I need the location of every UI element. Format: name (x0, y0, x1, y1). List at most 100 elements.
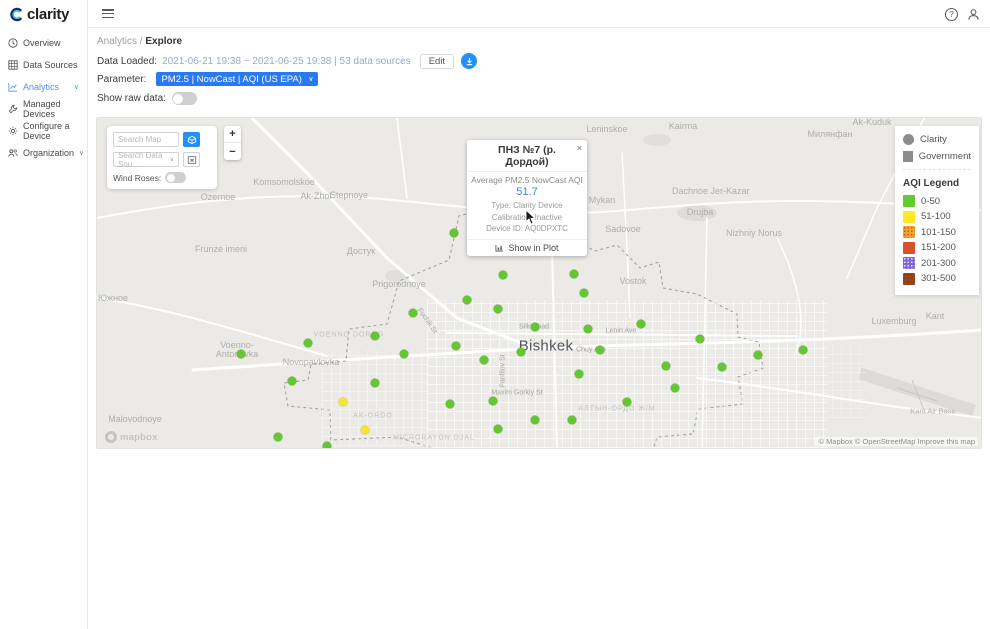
aqi-legend-item: 101-150 (903, 226, 971, 238)
mapbox-logo[interactable]: mapbox (105, 431, 158, 443)
legend-source-label: Government (919, 151, 971, 162)
device-marker-green[interactable] (696, 335, 705, 344)
zoom-in-button[interactable]: + (224, 126, 241, 143)
map-place-label: Stepnoye (330, 190, 368, 200)
sidebar-item-organization[interactable]: Organization ∨ (0, 142, 87, 164)
popup-metric-label: Average PM2.5 NowCast AQI (471, 175, 583, 185)
device-popup-body: Average PM2.5 NowCast AQI 51.7 Type: Cla… (467, 172, 587, 239)
map-place-label: Novopavlovka (283, 357, 340, 367)
sidebar-item-label: Managed Devices (23, 99, 79, 119)
legend-source-label: Clarity (920, 134, 947, 145)
map-search-panel: Search Data Sou... ∨ Wind Roses: (107, 126, 217, 189)
map-place-label: Vostok (619, 276, 646, 286)
popup-aqi-value: 51.7 (471, 186, 583, 198)
device-marker-green[interactable] (637, 320, 646, 329)
device-marker-green[interactable] (304, 339, 313, 348)
show-in-plot-button[interactable]: Show in Plot (467, 239, 587, 256)
device-marker-green[interactable] (754, 351, 763, 360)
device-marker-green[interactable] (446, 400, 455, 409)
sidebar-item-data-sources[interactable]: Data Sources (0, 54, 87, 76)
device-marker-green[interactable] (718, 363, 727, 372)
search-data-sources-select[interactable]: Search Data Sou... ∨ (113, 152, 179, 167)
aqi-color-swatch (903, 242, 915, 254)
map-place-label: Kant Air Base (910, 407, 955, 416)
sidebar-item-configure-device[interactable]: Configure a Device (0, 120, 87, 142)
device-marker-green[interactable] (799, 346, 808, 355)
map-place-label: Panfilov St (500, 354, 507, 387)
device-marker-green[interactable] (570, 270, 579, 279)
sidebar-nav: Overview Data Sources Analytics ∨ Manage… (0, 28, 87, 164)
zoom-out-button[interactable]: − (224, 143, 241, 160)
device-marker-green[interactable] (584, 325, 593, 334)
download-button[interactable] (461, 53, 477, 69)
edit-button[interactable]: Edit (420, 54, 454, 69)
parameter-dropdown[interactable]: PM2.5 | NowCast | AQI (US EPA) ∨ (156, 72, 318, 86)
clock-icon (8, 38, 18, 48)
chevron-down-icon: ∨ (170, 156, 174, 163)
gear-icon (8, 126, 18, 136)
device-marker-green[interactable] (463, 296, 472, 305)
government-marker-icon (903, 151, 913, 162)
device-marker-green[interactable] (489, 397, 498, 406)
device-marker-green[interactable] (452, 342, 461, 351)
device-marker-green[interactable] (480, 356, 489, 365)
chart-icon (8, 82, 18, 92)
device-marker-green[interactable] (671, 384, 680, 393)
clear-selection-button[interactable] (183, 152, 200, 167)
device-marker-green[interactable] (580, 289, 589, 298)
device-marker-green[interactable] (237, 350, 246, 359)
aqi-legend-item: 51-100 (903, 211, 971, 223)
sidebar-item-overview[interactable]: Overview (0, 32, 87, 54)
device-marker-yellow[interactable] (361, 426, 370, 435)
device-marker-green[interactable] (662, 362, 671, 371)
device-marker-green[interactable] (531, 416, 540, 425)
map-style-button[interactable] (183, 132, 200, 147)
search-map-input[interactable] (113, 132, 179, 147)
device-marker-green[interactable] (494, 305, 503, 314)
close-icon[interactable]: × (577, 143, 582, 153)
map-place-label: Mykan (589, 195, 616, 205)
breadcrumb-analytics[interactable]: Analytics (97, 36, 137, 47)
device-marker-green[interactable] (450, 229, 459, 238)
map-place-label: Dachnoe (672, 186, 708, 196)
device-marker-green[interactable] (623, 398, 632, 407)
device-marker-green[interactable] (288, 377, 297, 386)
data-loaded-row: Data Loaded: 2021-06-21 19:38 ~ 2021-06-… (97, 53, 477, 69)
aqi-color-swatch (903, 226, 915, 238)
device-marker-yellow[interactable] (339, 398, 348, 407)
device-marker-green[interactable] (596, 346, 605, 355)
device-marker-green[interactable] (274, 433, 283, 442)
device-marker-green[interactable] (494, 425, 503, 434)
aqi-range-label: 101-150 (921, 227, 956, 238)
map-place-label: Komsomolskoe (253, 177, 315, 187)
aqi-color-swatch (903, 257, 915, 269)
device-marker-green[interactable] (517, 348, 526, 357)
help-icon[interactable]: ? (945, 8, 958, 21)
device-marker-green[interactable] (371, 379, 380, 388)
sidebar: clarity Overview Data Sources Analytics … (0, 0, 88, 629)
map-attribution[interactable]: © Mapbox © OpenStreetMap Improve this ma… (815, 437, 978, 446)
user-icon[interactable] (967, 8, 980, 21)
device-marker-green[interactable] (371, 332, 380, 341)
menu-toggle-icon[interactable] (102, 9, 114, 18)
device-marker-green[interactable] (323, 442, 332, 450)
device-marker-green[interactable] (531, 323, 540, 332)
map-place-label: Maxim Gorkiy St (491, 390, 542, 397)
device-marker-green[interactable] (499, 271, 508, 280)
device-marker-green[interactable] (409, 309, 418, 318)
aqi-legend-title: AQI Legend (903, 178, 971, 189)
sidebar-item-managed-devices[interactable]: Managed Devices (0, 98, 87, 120)
device-marker-green[interactable] (575, 370, 584, 379)
wind-roses-toggle[interactable] (165, 172, 186, 183)
show-raw-data-toggle[interactable] (172, 92, 197, 105)
sidebar-item-analytics[interactable]: Analytics ∨ (0, 76, 87, 98)
device-marker-green[interactable] (400, 350, 409, 359)
chevron-down-icon: ∨ (79, 149, 84, 157)
parameter-label: Parameter: (97, 74, 146, 85)
mapbox-wordmark: mapbox (120, 432, 158, 443)
map-canvas[interactable]: LeninskoeKairmaМилянфанAk-KudukKomsomols… (96, 117, 982, 449)
clarity-logo[interactable]: clarity (0, 0, 87, 28)
map-place-label: Kant (926, 311, 945, 321)
device-marker-green[interactable] (568, 416, 577, 425)
map-place-label: Drujba (687, 207, 714, 217)
